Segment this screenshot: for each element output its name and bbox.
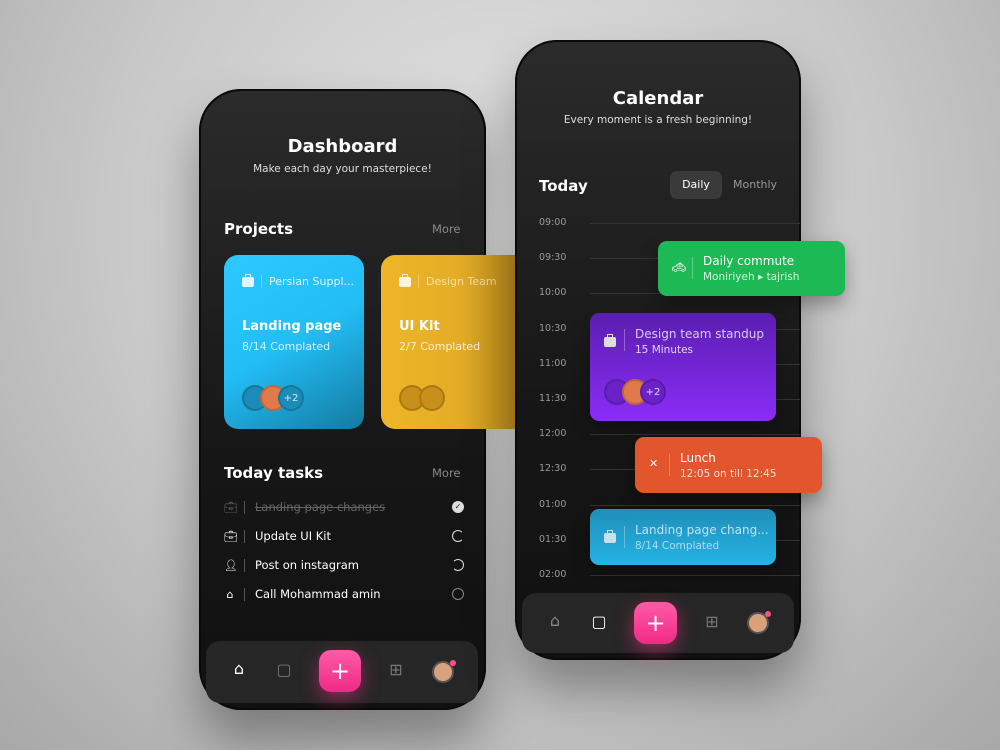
project-title: UI Kit — [399, 319, 440, 334]
task-label: Call Mohammad amin — [255, 587, 381, 601]
task-label: Post on instagram — [255, 558, 360, 572]
briefcase-icon — [399, 273, 411, 287]
event-card[interactable]: 🚕︎ Daily commute Moniriyeh ▸ tajrish — [658, 241, 845, 296]
event-title: Landing page chang... — [635, 523, 769, 537]
briefcase-icon: 💼︎ — [224, 529, 238, 543]
event-card[interactable]: ✕ Lunch 12:05 on till 12:45 — [635, 437, 822, 493]
time-label: 12:30 — [539, 463, 567, 475]
page-subtitle: Make each day your masterpiece! — [253, 163, 432, 175]
task-item[interactable]: 💼︎ Update UI Kit — [224, 526, 464, 546]
task-item[interactable]: 👤︎ Post on instagram — [224, 555, 464, 575]
today-heading: Today — [539, 177, 588, 195]
tab-monthly[interactable]: Monthly — [733, 178, 777, 191]
cutlery-icon: ✕ — [649, 457, 659, 470]
project-progress: 8/14 Complated — [242, 340, 331, 353]
profile-avatar[interactable] — [747, 611, 771, 634]
page-subtitle: Every moment is a fresh beginning! — [563, 114, 753, 126]
task-item[interactable]: 💼︎ Landing page changes ✓ — [224, 497, 464, 517]
project-title: Landing page — [242, 319, 342, 334]
projects-heading: Projects — [224, 220, 294, 238]
grid-nav-icon[interactable]: ⊞ — [702, 612, 722, 631]
today-tasks-heading: Today tasks — [224, 464, 324, 482]
task-label: Landing page changes — [255, 500, 386, 514]
time-gridline — [590, 504, 800, 506]
event-meta: 12:05 on till 12:45 — [680, 468, 777, 480]
taxi-icon: 🚕︎ — [672, 261, 686, 274]
briefcase-icon — [604, 530, 616, 543]
event-meta: Moniriyeh ▸ tajrish — [703, 271, 800, 283]
time-label: 01:30 — [539, 533, 567, 545]
project-card[interactable]: Design Team UI Kit 2/7 Complated — [381, 255, 515, 429]
project-card[interactable]: Persian Suppl... Landing page 8/14 Compl… — [224, 255, 364, 429]
profile-avatar[interactable] — [432, 660, 456, 683]
event-title: Lunch — [680, 451, 716, 465]
time-label: 11:30 — [539, 393, 567, 404]
event-title: Daily commute — [703, 254, 795, 268]
task-checkbox[interactable] — [452, 530, 464, 542]
event-card[interactable]: Landing page chang... 8/14 Complated — [590, 509, 776, 565]
time-label: 02:00 — [539, 569, 567, 580]
time-gridline — [590, 223, 800, 224]
task-checkbox[interactable] — [452, 559, 464, 571]
time-gridline — [590, 434, 800, 436]
task-item[interactable]: ⌂ Call Mohammad amin — [224, 584, 464, 604]
add-button[interactable]: + — [634, 602, 677, 644]
task-checkbox-checked[interactable]: ✓ — [452, 501, 464, 513]
event-card[interactable]: Design team standup 15 Minutes +2 — [590, 313, 776, 421]
time-gridline — [590, 575, 800, 576]
home-icon: ⌂ — [226, 587, 234, 601]
time-label: 12:00 — [539, 428, 567, 440]
event-meta: 15 Minutes — [635, 344, 694, 356]
avatar — [419, 385, 445, 411]
time-label: 10:00 — [539, 287, 567, 299]
time-label: 11:00 — [539, 357, 567, 369]
time-label: 09:00 — [539, 217, 567, 228]
task-label: Update UI Kit — [255, 529, 332, 543]
extra-members-badge: +2 — [278, 385, 304, 411]
briefcase-icon — [242, 273, 254, 287]
add-button[interactable]: + — [319, 650, 361, 692]
project-category: Design Team — [426, 275, 497, 288]
briefcase-icon — [604, 334, 616, 347]
event-meta: 8/14 Complated — [635, 540, 720, 552]
page-title: Calendar — [612, 88, 704, 109]
calendar-nav-icon[interactable]: ▢ — [274, 660, 294, 679]
page-title: Dashboard — [287, 136, 398, 157]
time-label: 10:30 — [539, 322, 567, 334]
tasks-more-link[interactable]: More — [432, 466, 461, 480]
event-title: Design team standup — [635, 327, 764, 341]
project-progress: 2/7 Complated — [399, 340, 481, 353]
time-label: 01:00 — [539, 498, 567, 510]
projects-more-link[interactable]: More — [432, 222, 461, 236]
briefcase-icon: 💼︎ — [224, 500, 238, 514]
calendar-nav-icon[interactable]: ▢ — [589, 612, 609, 631]
time-label: 09:30 — [539, 252, 567, 264]
home-nav-icon[interactable]: ⌂ — [545, 611, 565, 630]
grid-nav-icon[interactable]: ⊞ — [386, 660, 406, 679]
tab-daily[interactable]: Daily — [670, 171, 722, 199]
project-category: Persian Suppl... — [269, 275, 354, 288]
extra-members-badge: +2 — [640, 379, 666, 405]
user-icon: 👤︎ — [224, 558, 238, 572]
home-nav-icon[interactable]: ⌂ — [229, 659, 249, 678]
task-checkbox[interactable] — [452, 588, 464, 600]
